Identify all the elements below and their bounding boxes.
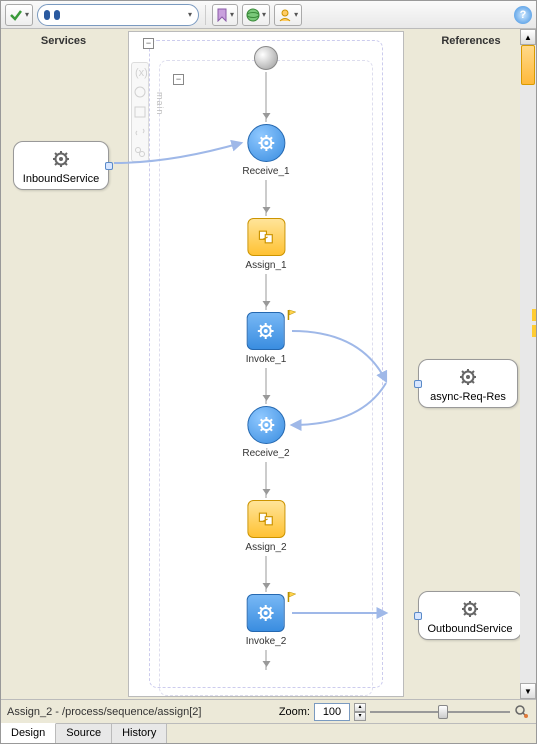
assign-2-activity[interactable]: Assign_2 — [245, 500, 286, 553]
activity-palette: (x) — [131, 62, 149, 162]
flow-arrow — [266, 556, 267, 592]
palette-link-icon[interactable] — [133, 125, 147, 139]
tab-history[interactable]: History — [112, 724, 167, 743]
flow-arrow — [266, 462, 267, 498]
search-combo[interactable]: ▾ — [37, 4, 199, 26]
user-icon — [278, 8, 292, 22]
search-input[interactable] — [64, 7, 184, 23]
activity-label: Assign_2 — [245, 542, 286, 553]
status-bar: Assign_2 - /process/sequence/assign[2] Z… — [1, 699, 536, 723]
palette-chain-icon[interactable] — [133, 145, 147, 159]
assign-1-activity[interactable]: Assign_1 — [245, 218, 286, 271]
gear-icon — [258, 605, 274, 621]
binoculars-icon — [44, 9, 60, 21]
collapse-toggle-inner[interactable]: − — [173, 74, 184, 85]
process-canvas[interactable]: − − main (x) Receive_1 Assign_1 Invoke_1… — [128, 31, 404, 697]
palette-variable-icon[interactable]: (x) — [133, 65, 147, 79]
gear-icon — [459, 368, 477, 386]
globe-button[interactable] — [242, 4, 270, 26]
editor-area: Services InboundService − − main (x) Rec… — [1, 29, 536, 699]
activity-label: Receive_1 — [242, 166, 289, 177]
main-toolbar: ▾ ? — [1, 1, 536, 29]
scroll-down-button[interactable]: ▼ — [520, 683, 536, 699]
flow-arrow — [266, 368, 267, 404]
gear-icon — [461, 600, 479, 618]
zoom-label: Zoom: — [279, 706, 310, 718]
globe-icon — [246, 8, 260, 22]
flow-arrow — [266, 274, 267, 310]
spin-down[interactable]: ▾ — [354, 712, 366, 721]
reference-port[interactable] — [414, 380, 422, 388]
zoom-slider[interactable] — [370, 705, 510, 719]
selection-path: Assign_2 - /process/sequence/assign[2] — [7, 706, 201, 718]
slider-thumb[interactable] — [438, 705, 448, 719]
reference-label: OutboundService — [425, 623, 515, 635]
assign-icon — [257, 230, 275, 244]
tab-source[interactable]: Source — [56, 724, 112, 743]
invoke-2-activity[interactable]: Invoke_2 — [246, 594, 287, 647]
bookmark-button[interactable] — [212, 4, 238, 26]
zoom-spinner[interactable]: ▴▾ — [354, 703, 366, 721]
scope-label: main — [155, 92, 165, 116]
gear-icon — [258, 135, 274, 151]
check-icon — [9, 8, 23, 22]
activity-label: Assign_1 — [245, 260, 286, 271]
async-reference-box[interactable]: async-Req-Res — [418, 359, 518, 408]
change-marker — [532, 325, 536, 337]
gear-icon — [258, 323, 274, 339]
user-button[interactable] — [274, 4, 302, 26]
breakpoint-flag-icon — [286, 591, 298, 603]
chevron-down-icon[interactable]: ▾ — [188, 10, 192, 19]
scroll-up-button[interactable]: ▲ — [520, 29, 536, 45]
breakpoint-flag-icon — [286, 309, 298, 321]
outbound-reference-box[interactable]: OutboundService — [418, 591, 522, 640]
services-heading: Services — [1, 29, 126, 53]
reference-port[interactable] — [414, 612, 422, 620]
activity-label: Invoke_1 — [246, 354, 287, 365]
service-label: InboundService — [20, 173, 102, 185]
change-marker — [532, 309, 536, 321]
help-icon: ? — [520, 9, 527, 21]
editor-tabs: Design Source History — [1, 723, 536, 743]
gear-icon — [52, 150, 70, 168]
palette-gear-icon[interactable] — [133, 85, 147, 99]
services-panel: Services InboundService — [1, 29, 126, 699]
vertical-scrollbar[interactable]: ▲ ▼ — [520, 29, 536, 699]
spin-up[interactable]: ▴ — [354, 703, 366, 712]
assign-icon — [257, 512, 275, 526]
service-port[interactable] — [105, 162, 113, 170]
start-event[interactable] — [254, 46, 278, 70]
activity-label: Invoke_2 — [246, 636, 287, 647]
palette-assign-icon[interactable] — [133, 105, 147, 119]
separator — [205, 5, 206, 25]
scroll-thumb[interactable] — [521, 45, 535, 85]
reference-label: async-Req-Res — [425, 391, 511, 403]
invoke-1-activity[interactable]: Invoke_1 — [246, 312, 287, 365]
gear-icon — [258, 417, 274, 433]
svg-text:(x): (x) — [135, 67, 147, 79]
inbound-service-box[interactable]: InboundService — [13, 141, 109, 190]
scroll-track[interactable] — [520, 45, 536, 683]
help-button[interactable]: ? — [514, 6, 532, 24]
zoom-fit-icon[interactable] — [514, 704, 530, 720]
bookmark-icon — [216, 8, 228, 22]
references-heading: References — [406, 29, 536, 53]
references-panel: References async-Req-Res OutboundService — [406, 29, 536, 699]
flow-arrow — [266, 72, 267, 122]
validate-button[interactable] — [5, 4, 33, 26]
activity-label: Receive_2 — [242, 448, 289, 459]
zoom-input[interactable] — [314, 703, 350, 721]
receive-1-activity[interactable]: Receive_1 — [242, 124, 289, 177]
tab-design[interactable]: Design — [1, 723, 56, 743]
collapse-toggle[interactable]: − — [143, 38, 154, 49]
receive-2-activity[interactable]: Receive_2 — [242, 406, 289, 459]
flow-arrow — [266, 650, 267, 670]
flow-arrow — [266, 180, 267, 216]
